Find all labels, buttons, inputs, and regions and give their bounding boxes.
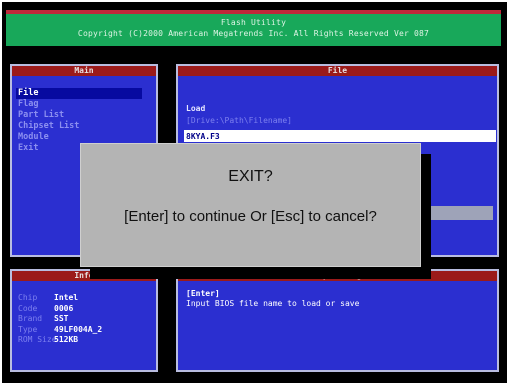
- info-row-chip: Chip Intel: [18, 293, 102, 304]
- info-row-type: Type 49LF004A_2: [18, 325, 102, 336]
- exit-dialog[interactable]: EXIT? [Enter] to continue Or [Esc] to ca…: [80, 143, 421, 267]
- help-message: [Enter] Input BIOS file name to load or …: [186, 289, 359, 309]
- copyright-text: Copyright (C)2000 American Megatrends In…: [77, 29, 430, 38]
- info-row-brand: Brand SST: [18, 314, 102, 325]
- info-key: Brand: [18, 314, 43, 323]
- menu-item-flag[interactable]: Flag: [18, 99, 142, 110]
- menu-item-file[interactable]: File: [16, 88, 142, 99]
- info-value: 512KB: [54, 335, 79, 344]
- file-panel-header: File: [178, 66, 497, 76]
- file-panel-highlight-bar: [423, 206, 493, 220]
- filename-field[interactable]: [184, 130, 496, 142]
- load-label: Load: [186, 104, 206, 113]
- info-key: Type: [18, 324, 38, 334]
- help-panel: Help/Message [Enter] Input BIOS file nam…: [176, 269, 499, 372]
- info-value: Intel: [54, 293, 79, 302]
- main-panel-header: Main: [12, 66, 156, 76]
- info-panel: Info Chip Intel Code 0006 Brand SST Type 49L…: [10, 269, 158, 372]
- info-value: 49LF004A_2: [54, 324, 103, 334]
- path-hint: [Drive:\Path\Filename]: [186, 116, 292, 125]
- exit-dialog-title: EXIT?: [228, 168, 273, 185]
- app-title: Flash Utility: [220, 18, 287, 27]
- info-key: ROM Size: [18, 335, 57, 344]
- bios-screen: Flash Utility Copyright (C)2000 American…: [2, 2, 507, 383]
- info-key: Code: [18, 303, 38, 313]
- info-list: Chip Intel Code 0006 Brand SST Type 49LF004A…: [18, 293, 102, 346]
- info-value: 0006: [54, 303, 74, 313]
- info-value: SST: [54, 314, 69, 323]
- help-text: Input BIOS file name to load or save: [186, 299, 360, 308]
- menu-item-module[interactable]: Module: [18, 132, 142, 143]
- menu-item-part-list[interactable]: Part List: [18, 110, 142, 121]
- menu-item-chipset-list[interactable]: Chipset List: [18, 121, 142, 132]
- info-key: Chip: [18, 293, 38, 302]
- title-bar: Flash Utility Copyright (C)2000 American…: [6, 10, 501, 46]
- help-key: [Enter]: [186, 289, 220, 298]
- exit-dialog-message: [Enter] to continue Or [Esc] to cancel?: [124, 208, 377, 225]
- info-row-code: Code 0006: [18, 304, 102, 315]
- info-row-rom-size: ROM Size512KB: [18, 335, 102, 346]
